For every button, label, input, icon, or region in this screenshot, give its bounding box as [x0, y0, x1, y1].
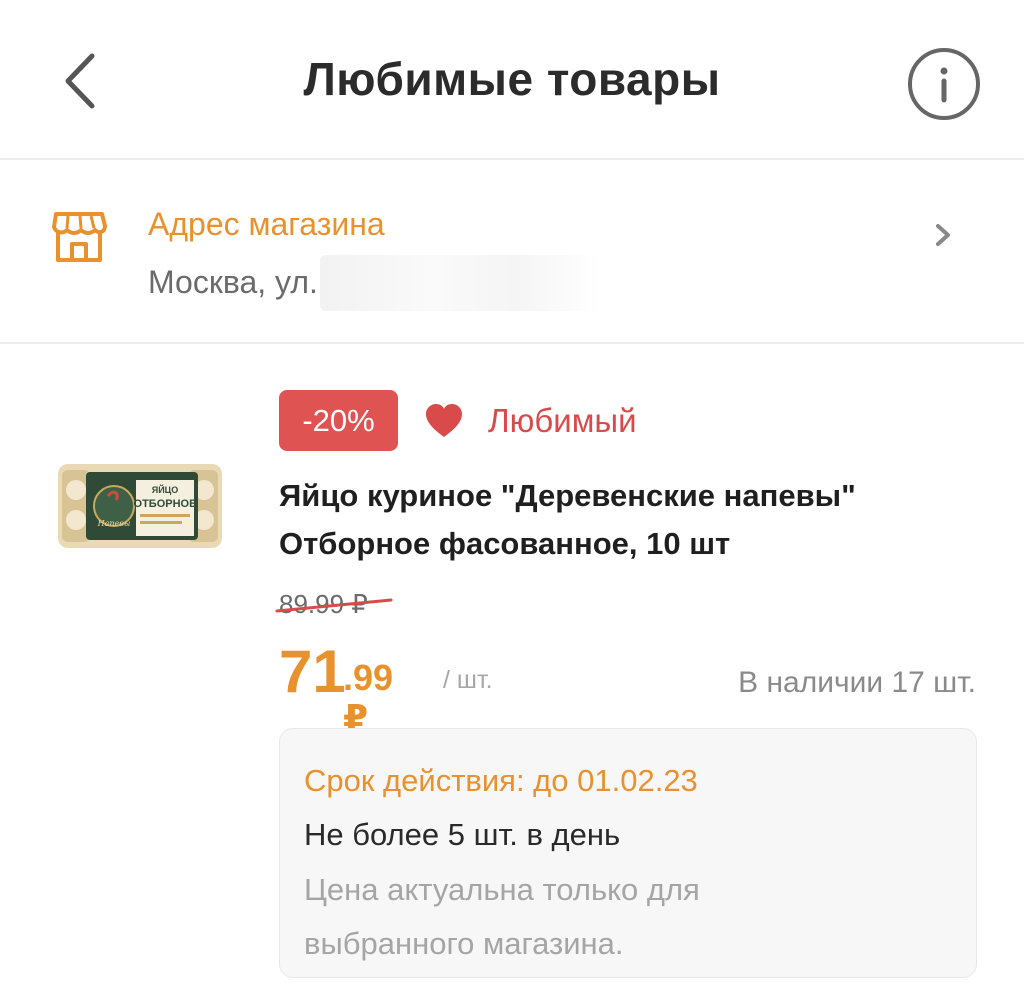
store-address-row[interactable]: Адрес магазина Москва, ул. — [0, 158, 1024, 344]
image-brand: Напевы — [97, 519, 131, 528]
price-integer: 71 — [279, 638, 346, 705]
product-image[interactable]: ЯЙЦО ОТБОРНОЕ Напевы — [56, 460, 224, 552]
egg-carton-image: ЯЙЦО ОТБОРНОЕ Напевы — [58, 464, 222, 548]
promo-limit: Не более 5 шт. в день — [304, 817, 621, 852]
store-address-value: Москва, ул. — [148, 264, 318, 300]
store-icon — [52, 212, 107, 262]
old-price: 89.99 ₽ — [275, 589, 393, 620]
image-label-main: ОТБОРНОЕ — [134, 498, 197, 510]
info-icon — [908, 48, 980, 120]
promo-note: Цена актуальна только для выбранного маг… — [304, 872, 700, 961]
price-unit: / шт. — [443, 666, 493, 694]
heart-icon[interactable] — [424, 402, 464, 440]
stock-status: В наличии 17 шт. — [738, 666, 976, 699]
page-title: Любимые товары — [303, 53, 721, 105]
favorite-label[interactable]: Любимый — [488, 402, 637, 440]
info-button[interactable] — [906, 46, 982, 122]
chevron-right-icon — [936, 224, 950, 246]
product-name[interactable]: Яйцо куриное "Деревенские напевы" Отборн… — [279, 472, 979, 568]
image-label-top: ЯЙЦО — [152, 484, 179, 495]
store-address-label: Адрес магазина — [148, 206, 385, 242]
header-bar: Любимые товары — [0, 0, 1024, 160]
price-fraction: .99 ₽ — [343, 657, 394, 738]
promo-info-card: Срок действия: до 01.02.23 Не более 5 шт… — [279, 728, 977, 978]
redacted-address — [320, 255, 600, 311]
promo-validity: Срок действия: до 01.02.23 — [304, 763, 698, 798]
discount-badge: -20% — [279, 390, 398, 451]
strikethrough-line — [275, 598, 393, 613]
